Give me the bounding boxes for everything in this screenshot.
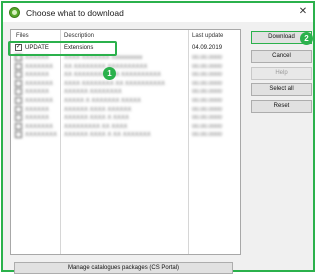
row-checkbox[interactable]: [15, 114, 22, 122]
window-title: Choose what to download: [26, 7, 124, 18]
file-last-update: 00.00.0000: [192, 123, 223, 130]
column-header-last-update[interactable]: Last update: [192, 33, 223, 39]
annotation-badge-1: 1: [103, 67, 116, 80]
file-description: XXXXXX XXXXXXXX: [64, 89, 122, 96]
title-bar: Choose what to download ✕: [3, 3, 313, 22]
file-name: XXXXXXXX: [25, 132, 58, 139]
file-last-update: 00.00.0000: [192, 63, 223, 70]
file-last-update: 04.09.2019: [192, 45, 223, 51]
file-last-update: 00.00.0000: [192, 80, 223, 87]
dialog-body: Files Description Last update ✓ UPDATE E…: [3, 22, 313, 270]
file-description: XXXX XXXXXXXX XX XXXXXXXXXX: [64, 80, 166, 87]
row-checkbox[interactable]: [15, 97, 22, 104]
annotation-badge-2: 2: [300, 32, 313, 45]
row-checkbox[interactable]: [15, 131, 22, 139]
cancel-button[interactable]: Cancel: [251, 50, 312, 63]
row-checkbox[interactable]: [15, 62, 22, 70]
file-last-update: 00.00.0000: [192, 132, 223, 139]
file-name: XXXXXX: [25, 106, 50, 113]
column-header-files[interactable]: Files: [16, 33, 29, 39]
file-last-update: 00.00.0000: [192, 98, 223, 104]
file-last-update: 00.00.0000: [192, 115, 223, 122]
file-last-update: 00.00.0000: [192, 106, 223, 113]
reset-button[interactable]: Reset: [251, 100, 312, 113]
file-description: XXXXXX XXXX X XXXX: [64, 115, 130, 122]
annotation-highlight-box: [8, 41, 117, 56]
file-name: XXXXXX: [25, 115, 50, 122]
row-checkbox[interactable]: [15, 105, 22, 113]
file-name: XXXXXX: [25, 89, 50, 96]
file-name: XXXXXXX: [25, 80, 54, 87]
download-list[interactable]: Files Description Last update ✓ UPDATE E…: [10, 29, 241, 255]
file-last-update: 00.00.0000: [192, 72, 223, 79]
file-name: XXXXXXX: [25, 123, 54, 130]
file-name: XXXXXXX: [25, 98, 54, 104]
file-name: XXXXXXX: [25, 63, 54, 70]
file-description: XXXXXX XXXX XXXXXX: [64, 106, 132, 113]
column-header-description[interactable]: Description: [64, 33, 94, 39]
app-logo-icon: [9, 7, 20, 18]
file-last-update: 00.00.0000: [192, 55, 223, 61]
file-last-update: 00.00.0000: [192, 89, 223, 96]
select-all-button[interactable]: Select all: [251, 83, 312, 96]
file-description: XXXXX X XXXXXXX XXXXX: [64, 98, 142, 104]
manage-catalogues-button[interactable]: Manage catalogues packages (CS Portal): [14, 262, 233, 274]
help-button[interactable]: Help: [251, 67, 312, 80]
row-checkbox[interactable]: [15, 88, 22, 96]
file-description: XXXXXX XXXX X XX XXXXXXX: [64, 132, 151, 139]
list-item[interactable]: XXXXXXXX XXXXXX XXXX X XX XXXXXXX 00.00.00…: [11, 131, 240, 140]
row-checkbox[interactable]: [15, 71, 22, 79]
row-checkbox[interactable]: [15, 79, 22, 87]
file-name: XXXXXX: [25, 72, 50, 79]
close-icon[interactable]: ✕: [297, 6, 309, 18]
file-description: XXXXXXXXX XX XXXX: [64, 123, 128, 130]
row-checkbox[interactable]: [15, 122, 22, 130]
